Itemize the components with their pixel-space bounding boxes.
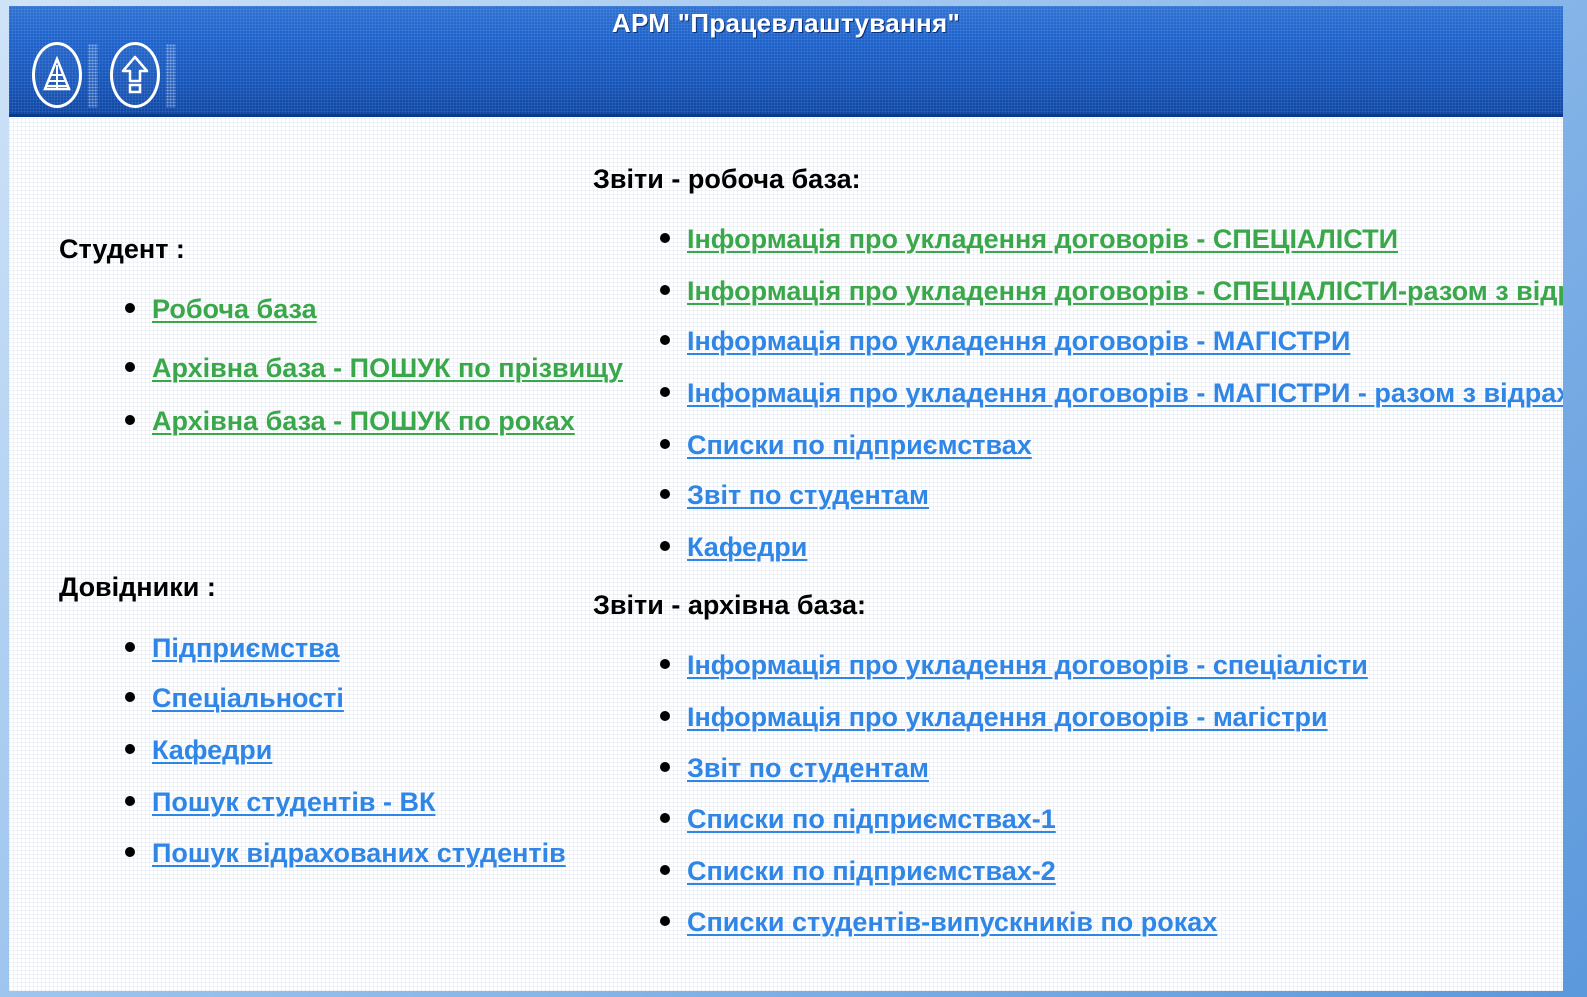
list-item: Інформація про укладення договорів - СПЕ…	[660, 275, 1563, 307]
list-item: Списки студентів-випускників по роках	[660, 906, 1217, 938]
bullet	[660, 762, 670, 772]
link-report-departments[interactable]: Кафедри	[687, 532, 807, 562]
list-item: Архівна база - ПОШУК по прізвищу	[125, 352, 623, 384]
app-window: АРМ "Працевлаштування" Студент : Робоча …	[9, 6, 1563, 991]
tree-home-icon	[43, 55, 71, 91]
header-bar: АРМ "Працевлаштування"	[9, 6, 1563, 117]
bullet	[125, 796, 135, 806]
list-item: Інформація про укладення договорів - МАГ…	[660, 325, 1350, 357]
list-item: Інформація про укладення договорів - маг…	[660, 701, 1328, 733]
bullet	[125, 362, 135, 372]
directories-section-title: Довідники :	[59, 572, 216, 602]
content-area: Студент : Робоча база Архівна база - ПОШ…	[9, 114, 1563, 991]
link-archive-enterprise-lists-1[interactable]: Списки по підприємствах-1	[687, 804, 1056, 834]
home-button[interactable]	[32, 42, 82, 108]
link-specialties[interactable]: Спеціальності	[152, 683, 344, 713]
link-archive-enterprise-lists-2[interactable]: Списки по підприємствах-2	[687, 856, 1056, 886]
list-item: Списки по підприємствах	[660, 429, 1032, 461]
bullet	[125, 847, 135, 857]
up-button[interactable]	[110, 42, 160, 108]
bullet	[660, 439, 670, 449]
bullet	[660, 813, 670, 823]
list-item: Підприємства	[125, 632, 339, 664]
link-report-students[interactable]: Звіт по студентам	[687, 480, 929, 510]
link-report-masters[interactable]: Інформація про укладення договорів - МАГ…	[687, 326, 1350, 356]
link-report-masters-with-expelled[interactable]: Інформація про укладення договорів - МАГ…	[687, 378, 1563, 408]
list-item: Архівна база - ПОШУК по роках	[125, 405, 575, 437]
bullet	[125, 744, 135, 754]
toolbar-separator	[88, 44, 98, 108]
list-item: Робоча база	[125, 293, 317, 325]
list-item: Кафедри	[660, 531, 807, 563]
link-archive-search-years[interactable]: Архівна база - ПОШУК по роках	[152, 406, 575, 436]
list-item: Спеціальності	[125, 682, 344, 714]
bullet	[660, 233, 670, 243]
list-item: Інформація про укладення договорів - МАГ…	[660, 377, 1563, 409]
bullet	[660, 659, 670, 669]
link-archive-search-surname[interactable]: Архівна база - ПОШУК по прізвищу	[152, 353, 623, 383]
list-item: Інформація про укладення договорів - спе…	[660, 649, 1368, 681]
link-enterprises[interactable]: Підприємства	[152, 633, 339, 663]
bullet	[125, 303, 135, 313]
link-report-specialists-with-expelled[interactable]: Інформація про укладення договорів - СПЕ…	[687, 276, 1563, 306]
bullet	[660, 916, 670, 926]
list-item: Інформація про укладення договорів - СПЕ…	[660, 223, 1398, 255]
list-item: Кафедри	[125, 734, 272, 766]
bullet	[660, 489, 670, 499]
bullet	[660, 865, 670, 875]
bullet	[660, 335, 670, 345]
bullet	[125, 642, 135, 652]
list-item: Списки по підприємствах-1	[660, 803, 1056, 835]
link-search-students-vk[interactable]: Пошук студентів - ВК	[152, 787, 435, 817]
link-departments[interactable]: Кафедри	[152, 735, 272, 765]
bullet	[125, 692, 135, 702]
list-item: Пошук відрахованих студентів	[125, 837, 566, 869]
reports-working-section-title: Звіти - робоча база:	[593, 164, 861, 194]
list-item: Звіт по студентам	[660, 479, 929, 511]
link-archive-report-masters[interactable]: Інформація про укладення договорів - маг…	[687, 702, 1328, 732]
list-item: Звіт по студентам	[660, 752, 929, 784]
link-archive-report-specialists[interactable]: Інформація про укладення договорів - спе…	[687, 650, 1368, 680]
list-item: Пошук студентів - ВК	[125, 786, 435, 818]
link-working-base[interactable]: Робоча база	[152, 294, 317, 324]
arrow-up-icon	[121, 55, 149, 94]
reports-archive-section-title: Звіти - архівна база:	[593, 590, 867, 620]
student-section-title: Студент :	[59, 234, 185, 264]
toolbar-separator	[166, 44, 176, 108]
bullet	[125, 415, 135, 425]
link-archive-graduates-by-year[interactable]: Списки студентів-випускників по роках	[687, 907, 1217, 937]
list-item: Списки по підприємствах-2	[660, 855, 1056, 887]
bullet	[660, 541, 670, 551]
link-search-expelled-students[interactable]: Пошук відрахованих студентів	[152, 838, 566, 868]
bullet	[660, 285, 670, 295]
bullet	[660, 711, 670, 721]
link-report-enterprise-lists[interactable]: Списки по підприємствах	[687, 430, 1032, 460]
link-report-specialists[interactable]: Інформація про укладення договорів - СПЕ…	[687, 224, 1398, 254]
app-title: АРМ "Працевлаштування"	[611, 8, 961, 38]
bullet	[660, 387, 670, 397]
link-archive-report-students[interactable]: Звіт по студентам	[687, 753, 929, 783]
